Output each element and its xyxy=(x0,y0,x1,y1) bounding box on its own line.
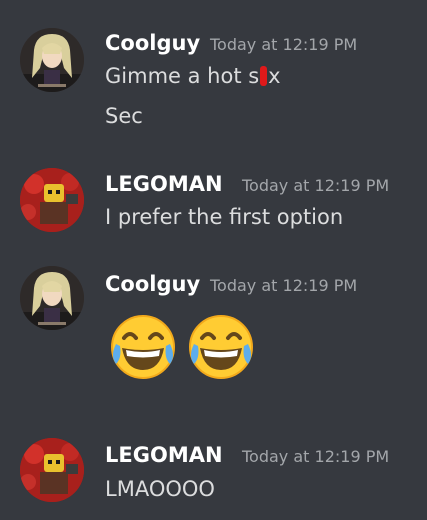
message-text-part: Gimme a hot s xyxy=(105,64,260,88)
avatar[interactable] xyxy=(20,28,84,92)
username[interactable]: Coolguy xyxy=(105,272,200,296)
message-group: LEGOMAN Today at 12:19 PM LMAOOOO xyxy=(0,410,427,520)
username[interactable]: Coolguy xyxy=(105,31,200,55)
timestamp: Today at 12:19 PM xyxy=(242,447,390,466)
joy-emoji-icon[interactable] xyxy=(186,312,256,382)
message-group: Coolguy Today at 12:19 PM Gimme a hot s x… xyxy=(0,0,427,150)
joy-emoji-icon[interactable] xyxy=(108,312,178,382)
timestamp: Today at 12:19 PM xyxy=(210,35,358,54)
timestamp: Today at 12:19 PM xyxy=(242,176,390,195)
avatar[interactable] xyxy=(20,168,84,232)
message-text-part: x xyxy=(268,64,281,88)
message-text: Sec xyxy=(105,104,143,128)
message-group: LEGOMAN Today at 12:19 PM I prefer the f… xyxy=(0,150,427,250)
username[interactable]: LEGOMAN xyxy=(105,443,223,467)
username[interactable]: LEGOMAN xyxy=(105,172,223,196)
avatar[interactable] xyxy=(20,266,84,330)
message-text: Gimme a hot s x xyxy=(105,63,281,89)
message-text: LMAOOOO xyxy=(105,477,215,501)
redaction-mark xyxy=(260,66,268,86)
message-group: Coolguy Today at 12:19 PM xyxy=(0,250,427,410)
message-text: I prefer the first option xyxy=(105,205,344,229)
timestamp: Today at 12:19 PM xyxy=(210,276,358,295)
avatar[interactable] xyxy=(20,438,84,502)
